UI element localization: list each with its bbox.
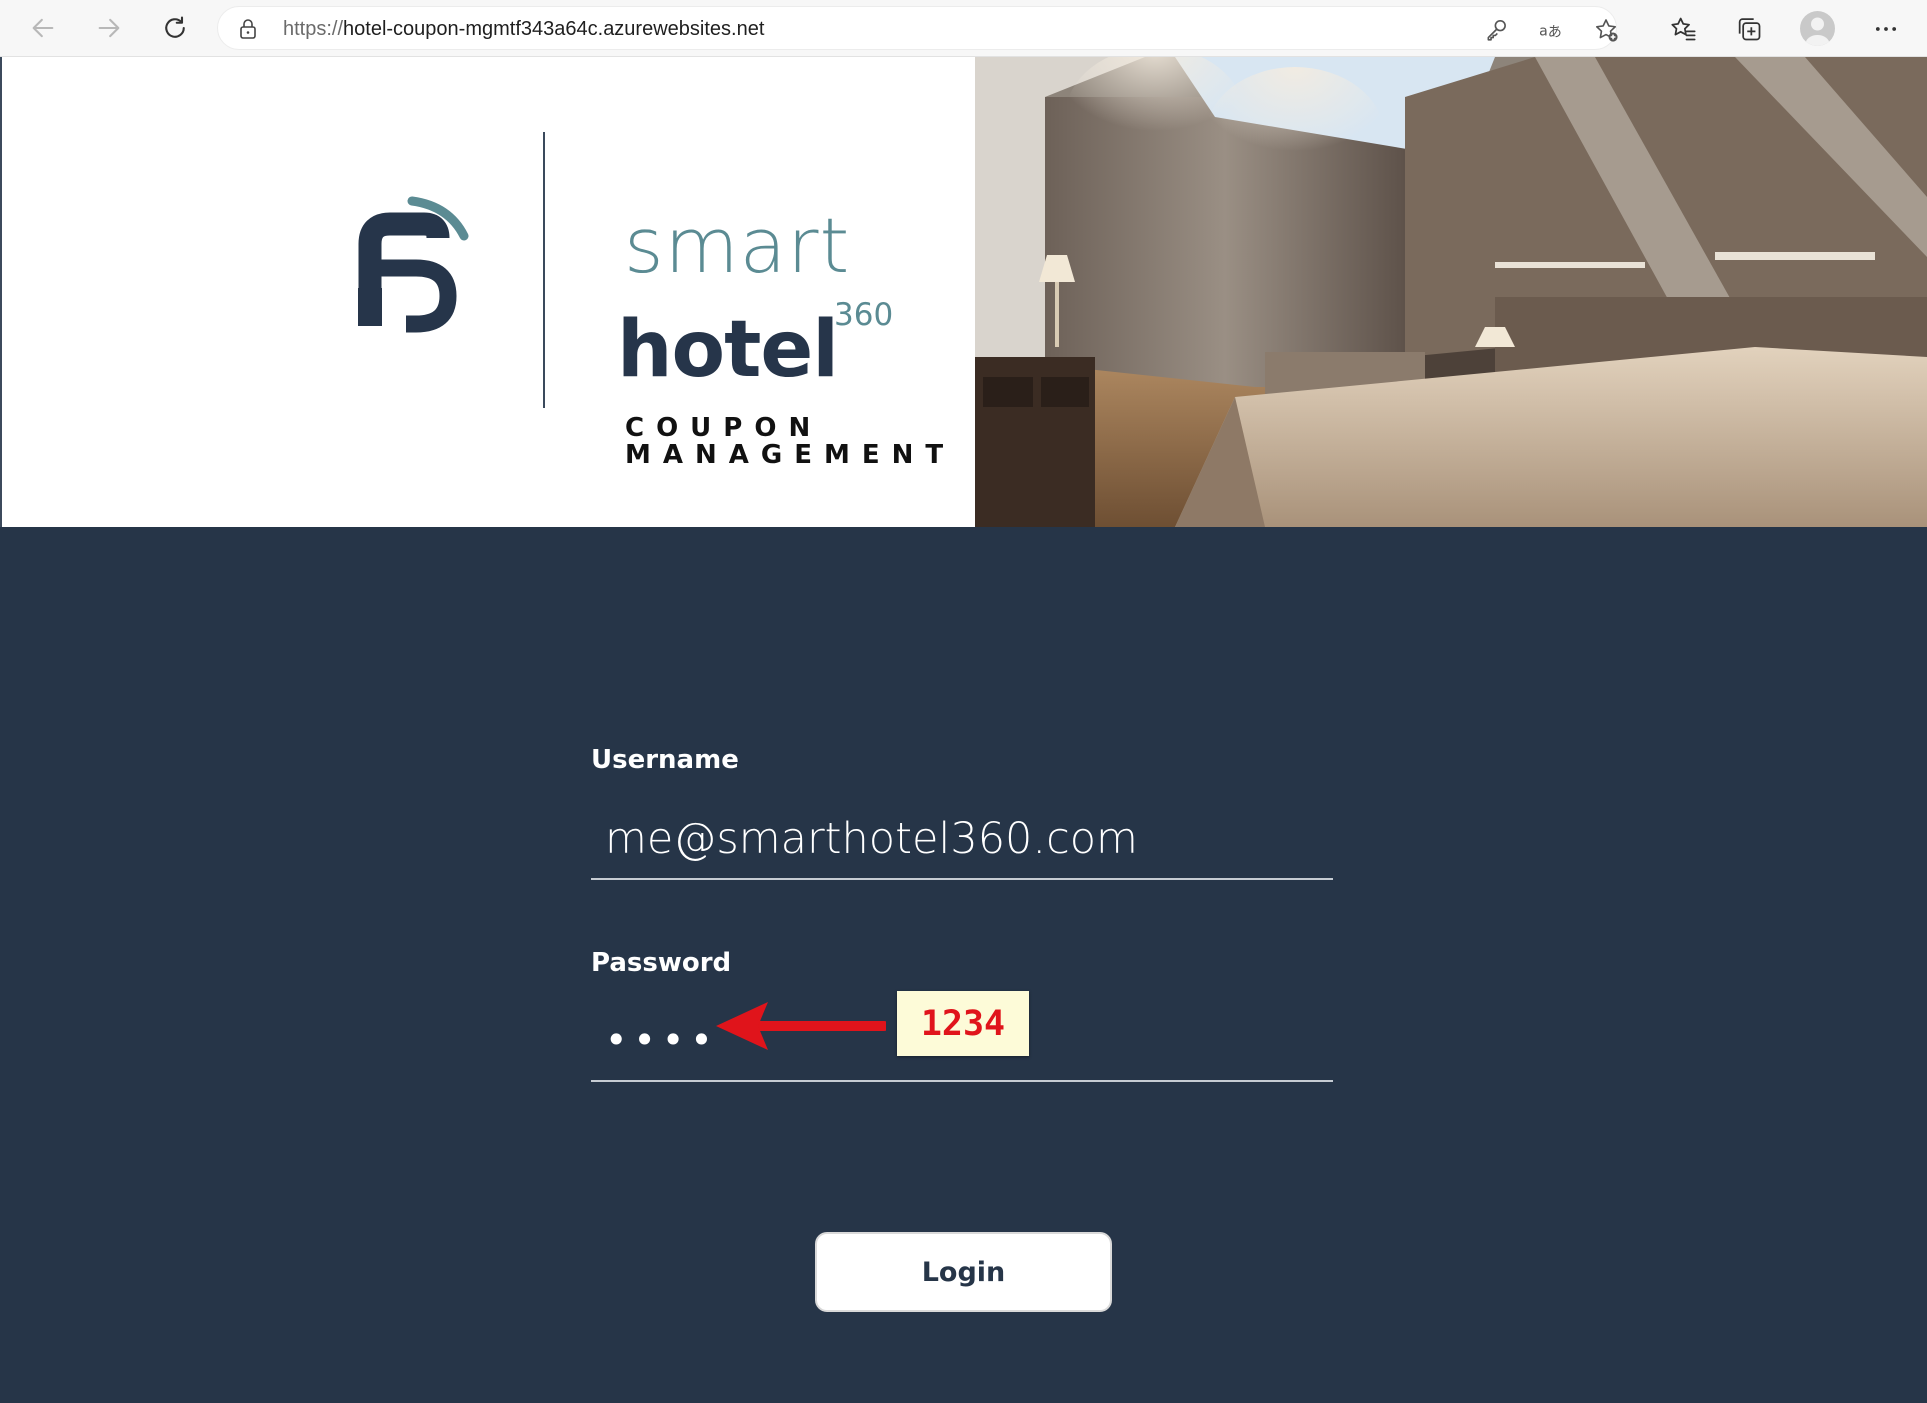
annotation-arrow-icon	[716, 1002, 886, 1050]
browser-toolbar: https://hotel-coupon-mgmtf343a64c.azurew…	[0, 0, 1927, 57]
lock-icon[interactable]	[236, 17, 260, 41]
login-button[interactable]: Login	[815, 1232, 1112, 1312]
key-icon	[1487, 19, 1506, 41]
brand-panel: smart 360 hotel COUPON MANAGEMENT	[0, 57, 975, 527]
favorites-icon	[1671, 17, 1696, 41]
brand-divider	[543, 132, 545, 408]
username-input[interactable]	[591, 800, 1333, 878]
username-label: Username	[591, 745, 739, 775]
favorites-button[interactable]	[1663, 9, 1703, 49]
collections-icon	[1738, 18, 1761, 41]
hotel-room-photo	[975, 57, 1927, 527]
back-button[interactable]	[22, 8, 64, 48]
collections-button[interactable]	[1729, 9, 1769, 49]
username-field-container	[591, 800, 1333, 880]
address-bar[interactable]: https://hotel-coupon-mgmtf343a64c.azurew…	[217, 6, 1620, 50]
brand-management: MANAGEMENT	[625, 440, 956, 470]
bedroom-illustration	[975, 57, 1927, 527]
refresh-button[interactable]	[154, 8, 196, 48]
brand-360: 360	[834, 297, 894, 333]
brand-tagline: COUPON MANAGEMENT	[625, 415, 955, 469]
profile-avatar[interactable]	[1800, 11, 1835, 46]
refresh-icon	[165, 16, 185, 38]
password-hint-callout: 1234	[897, 991, 1029, 1056]
url-scheme: https://	[283, 18, 344, 40]
person-icon	[1805, 17, 1830, 46]
svg-text:あ: あ	[1548, 25, 1562, 41]
back-arrow-icon	[32, 18, 54, 38]
url-text[interactable]: https://hotel-coupon-mgmtf343a64c.azurew…	[283, 18, 764, 41]
url-host: hotel-coupon-mgmtf343a64c.azurewebsites.…	[343, 18, 765, 40]
add-favorite-icon	[1595, 19, 1618, 42]
add-favorite-button[interactable]	[1592, 16, 1620, 44]
brand-hotel: hotel	[617, 305, 839, 395]
svg-text:a: a	[1539, 23, 1548, 39]
brand-smart: smart	[624, 201, 851, 290]
password-label: Password	[591, 948, 732, 978]
more-icon	[1875, 27, 1897, 31]
page-header: smart 360 hotel COUPON MANAGEMENT	[0, 57, 1927, 527]
smarthotel-logo-icon	[358, 196, 469, 333]
brand-coupon: COUPON	[625, 413, 823, 443]
password-key-button[interactable]	[1483, 16, 1511, 44]
more-options-button[interactable]	[1866, 9, 1906, 49]
translate-icon: aあ	[1539, 23, 1562, 41]
translate-button[interactable]: aあ	[1537, 16, 1565, 44]
forward-arrow-icon	[98, 18, 120, 38]
forward-button[interactable]	[88, 8, 130, 48]
